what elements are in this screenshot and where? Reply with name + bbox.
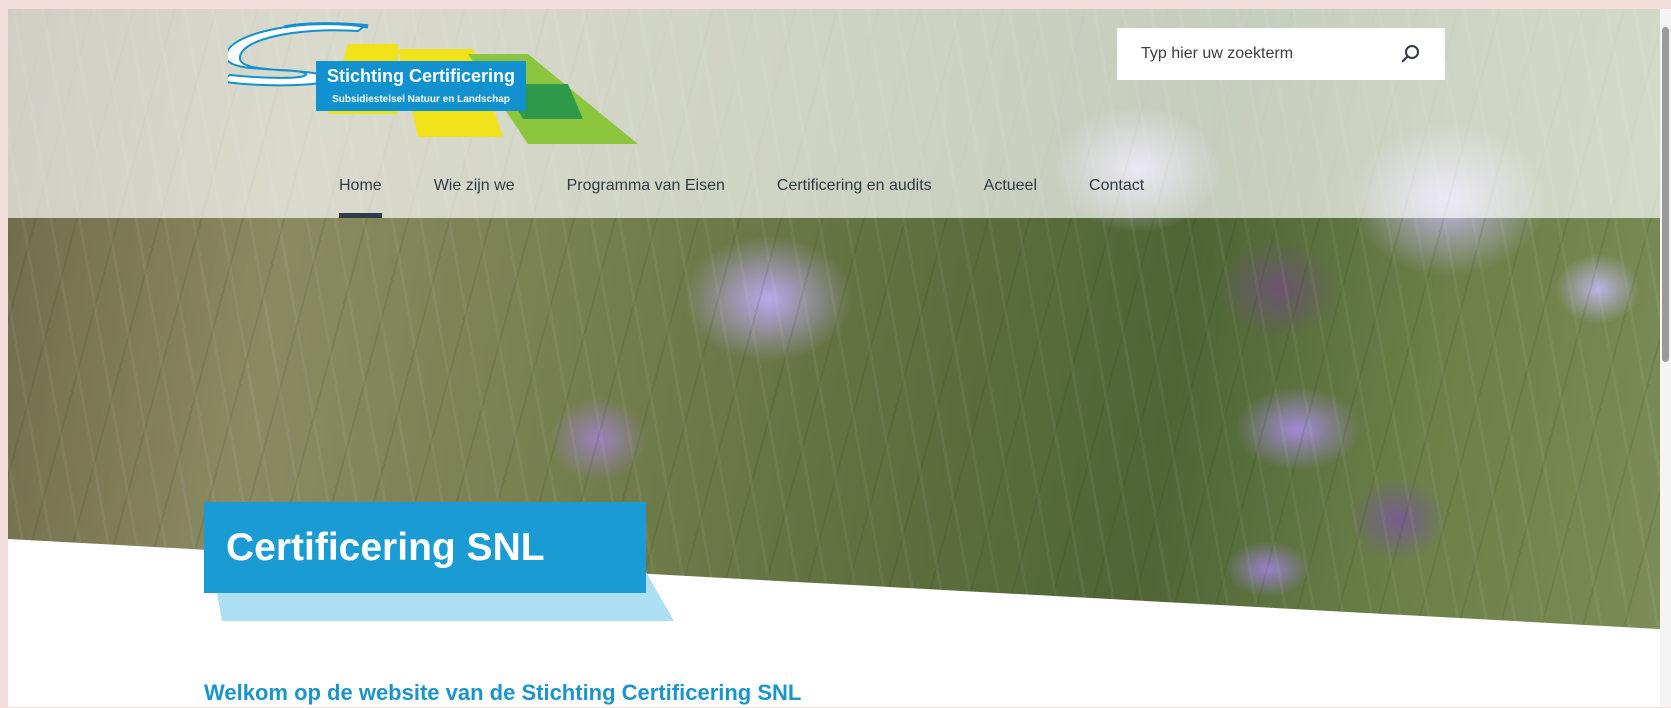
nav-item-actueel[interactable]: Actueel — [984, 172, 1037, 218]
nav-item-programma-van-eisen[interactable]: Programma van Eisen — [567, 172, 725, 218]
nav-item-contact[interactable]: Contact — [1089, 172, 1144, 218]
nav-item-certificering-en-audits[interactable]: Certificering en audits — [777, 172, 932, 218]
scrollbar[interactable] — [1660, 9, 1671, 707]
welcome-heading: Welkom op de website van de Stichting Ce… — [204, 680, 802, 705]
search-input[interactable] — [1139, 44, 1403, 64]
page-title: Certificering SNL — [204, 502, 646, 593]
logo-name: Stichting Certificering — [316, 61, 526, 91]
search-button[interactable] — [1401, 44, 1421, 64]
nav-item-wie-zijn-we[interactable]: Wie zijn we — [434, 172, 515, 218]
logo-subtitle: Subsidiestelsel Natuur en Landschap — [316, 91, 526, 111]
search-box — [1117, 28, 1445, 80]
search-icon — [1401, 45, 1419, 63]
nav-item-home[interactable]: Home — [339, 172, 382, 218]
main-nav: Home Wie zijn we Programma van Eisen Cer… — [339, 172, 1196, 218]
scrollbar-thumb[interactable] — [1662, 27, 1669, 362]
site-logo[interactable]: Stichting Certificering Subsidiestelsel … — [217, 19, 648, 149]
